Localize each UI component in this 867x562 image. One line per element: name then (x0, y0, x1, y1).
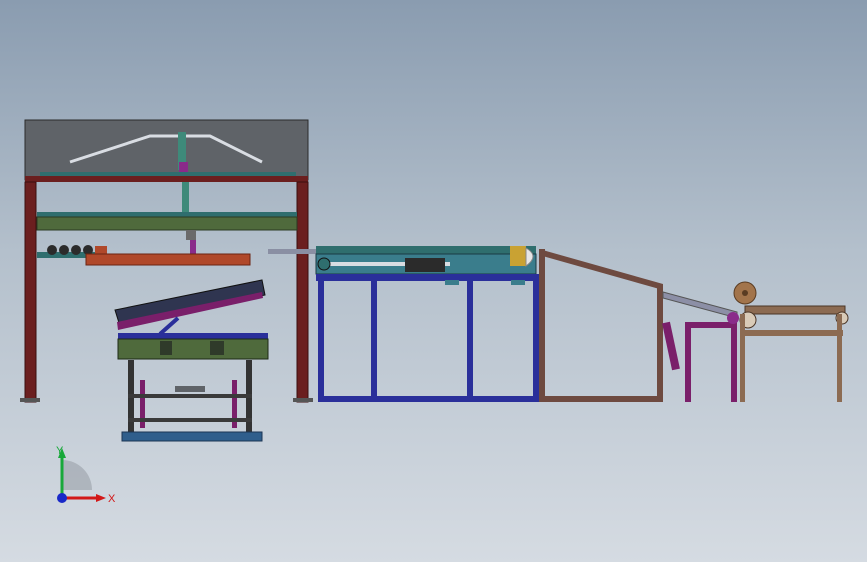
paper-roll-core (742, 290, 748, 296)
pivot-joint (727, 312, 739, 324)
pickup-tool (186, 230, 196, 240)
mount-bracket-2 (511, 280, 525, 285)
blue-frame-top (316, 274, 539, 281)
pink-right-leg (731, 328, 737, 402)
roller-table-top (744, 305, 846, 315)
transfer-shaft (268, 249, 320, 254)
drive-pulley (317, 257, 331, 271)
incline-beam (539, 249, 663, 290)
gantry-right-leg (296, 181, 309, 403)
cylinder-actuator (662, 321, 680, 371)
motor-block (405, 258, 445, 272)
blue-frame-bottom (318, 396, 539, 402)
x-axis-label: X (108, 493, 116, 505)
blue-leg-1 (318, 281, 324, 401)
table-crossbar-upper (128, 394, 252, 398)
pink-support-stand (662, 291, 739, 402)
tan-middle-rail (740, 330, 843, 336)
gantry-rail-top (40, 172, 296, 176)
gantry-cover-panel (24, 119, 309, 181)
gantry-right-foot (293, 398, 313, 402)
table-clamp-left (160, 341, 172, 355)
table-clamp-right (210, 341, 224, 355)
x-axis-arrow (96, 494, 106, 502)
gantry-left-foot (20, 398, 40, 402)
inclined-brown-frame (539, 249, 663, 402)
yellow-motor (510, 246, 526, 266)
cad-viewport[interactable]: Y X (0, 0, 867, 562)
table-top-rail (118, 333, 268, 339)
blue-leg-2 (371, 281, 377, 397)
blue-leg-3 (467, 281, 473, 397)
gantry-top-beam (25, 176, 308, 182)
tan-left-leg (740, 314, 745, 402)
triad-plane (62, 460, 92, 490)
table-crossbar-lower (128, 418, 252, 422)
gantry-post (182, 182, 189, 212)
table-body (117, 338, 269, 360)
blue-leg-4 (533, 281, 539, 401)
overhead-gantry (20, 119, 313, 403)
orientation-triad[interactable]: Y X (40, 440, 130, 520)
green-beam (36, 216, 298, 231)
pickup-tool-arm (190, 240, 196, 254)
machine-assembly-drawing (20, 119, 849, 442)
table-mechanism (175, 386, 205, 392)
table-base (121, 431, 263, 442)
mount-bracket-1 (445, 280, 459, 285)
gantry-rail-lower (37, 212, 297, 217)
pink-left-leg (685, 328, 691, 402)
blue-conveyor-frame (268, 246, 539, 402)
pink-top-bar (685, 322, 737, 328)
gantry-left-leg (24, 181, 37, 403)
y-axis-label: Y (56, 445, 64, 457)
conveyor-top-rail (316, 246, 536, 254)
orange-rail (85, 253, 251, 266)
tilt-actuator (158, 316, 180, 336)
z-axis-dot (57, 493, 67, 503)
tan-roller-frame (733, 281, 849, 402)
brown-left-leg (539, 249, 545, 402)
brown-bottom-rail (539, 396, 663, 402)
tilting-table (114, 279, 269, 442)
brown-right-leg (657, 286, 663, 402)
rack-end-block (95, 246, 107, 254)
feed-ramp (662, 291, 738, 319)
tan-right-leg (837, 314, 842, 402)
